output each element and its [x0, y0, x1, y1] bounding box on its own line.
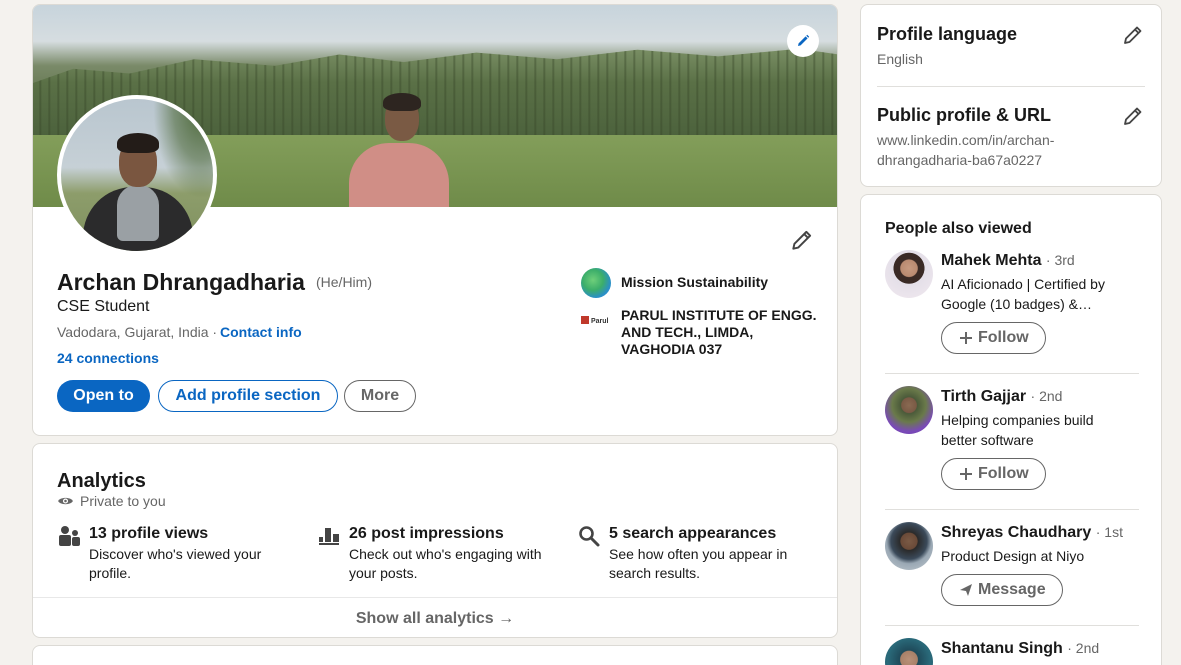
org-name: PARUL INSTITUTE OF ENGG. AND TECH., LIMD… — [621, 307, 817, 357]
metric-title: 13 profile views — [89, 525, 209, 542]
people-also-viewed-title: People also viewed — [885, 220, 1032, 237]
avatar[interactable] — [885, 522, 933, 570]
message-button[interactable]: Message — [941, 574, 1063, 606]
analytics-title: Analytics — [57, 470, 146, 492]
connection-degree: · 1st — [1095, 524, 1123, 540]
public-profile-url-title: Public profile & URL — [877, 105, 1052, 125]
banner-photo-person — [345, 93, 453, 207]
follow-button[interactable]: Follow — [941, 458, 1046, 490]
metric-desc: Discover who's viewed your profile. — [89, 546, 262, 581]
parul-logo: Parul — [581, 309, 611, 331]
bar-chart-icon — [319, 528, 339, 545]
svg-text:Parul: Parul — [591, 318, 609, 325]
connections-link[interactable]: 24 connections — [57, 350, 159, 366]
profile-name: Archan Dhrangadharia — [57, 269, 305, 295]
avatar — [61, 99, 213, 251]
globe-logo — [581, 268, 611, 298]
people-also-viewed-card: People also viewed Mahek Mehta · 3rd AI … — [860, 194, 1162, 665]
metric-search-appearances[interactable]: 5 search appearances See how often you a… — [577, 524, 817, 583]
plus-icon — [960, 332, 972, 344]
divider — [885, 625, 1139, 626]
more-button[interactable]: More — [344, 380, 416, 412]
metric-post-impressions[interactable]: 26 post impressions Check out who's enga… — [317, 524, 557, 583]
list-item: Shantanu Singh · 2nd — [885, 638, 1139, 665]
divider — [885, 509, 1139, 510]
profile-headline: CSE Student — [57, 298, 150, 315]
profile-language-value: English — [877, 51, 923, 67]
pencil-icon — [798, 34, 810, 46]
metric-title: 5 search appearances — [609, 525, 777, 542]
list-item: Mahek Mehta · 3rd AI Aficionado | Certif… — [885, 250, 1139, 360]
public-profile-url-value: www.linkedin.com/in/archan-dhrangadharia… — [877, 132, 1055, 168]
divider — [877, 86, 1145, 87]
metric-title: 26 post impressions — [349, 525, 504, 542]
connection-degree: · 2nd — [1030, 388, 1063, 404]
edit-banner-button[interactable] — [787, 25, 819, 57]
org-name: Mission Sustainability — [621, 274, 769, 290]
avatar[interactable] — [885, 250, 933, 298]
person-name[interactable]: Mahek Mehta · 3rd — [941, 252, 1075, 270]
search-icon — [579, 526, 600, 547]
metric-desc: Check out who's engaging with your posts… — [349, 546, 542, 581]
contact-info-link[interactable]: Contact info — [220, 324, 302, 340]
connection-degree: · 3rd — [1045, 252, 1075, 268]
add-profile-section-button[interactable]: Add profile section — [158, 380, 338, 412]
people-icon — [59, 526, 80, 546]
eye-icon — [58, 497, 73, 505]
show-all-analytics-link[interactable]: Show all analytics → — [33, 597, 837, 637]
profile-card: Archan Dhrangadharia (He/Him) CSE Studen… — [32, 4, 838, 436]
pencil-icon — [792, 230, 812, 250]
profile-location: Vadodara, Gujarat, India · — [57, 324, 218, 340]
person-headline: Product Design at Niyo — [941, 548, 1085, 564]
edit-intro-button[interactable] — [789, 227, 815, 253]
profile-pronouns: (He/Him) — [316, 274, 372, 290]
privacy-note: Private to you — [57, 493, 166, 509]
avatar[interactable] — [885, 638, 933, 665]
org-mission-sustainability[interactable]: Mission Sustainability — [581, 268, 821, 298]
person-name[interactable]: Tirth Gajjar · 2nd — [941, 388, 1062, 406]
list-item: Tirth Gajjar · 2nd Helping companies bui… — [885, 386, 1139, 496]
person-headline: Helping companies build better software — [941, 412, 1094, 448]
divider — [885, 373, 1139, 374]
edit-url-pencil-icon[interactable] — [1121, 104, 1145, 128]
send-icon — [960, 584, 972, 596]
analytics-card: Analytics Private to you 13 profile view… — [32, 443, 838, 638]
connection-degree: · 2nd — [1067, 640, 1100, 656]
privacy-label: Private to you — [80, 493, 166, 509]
next-section-card — [32, 645, 838, 665]
metric-profile-views[interactable]: 13 profile views Discover who's viewed y… — [57, 524, 297, 583]
avatar[interactable] — [885, 386, 933, 434]
list-item: Shreyas Chaudhary · 1st Product Design a… — [885, 522, 1139, 632]
person-headline: AI Aficionado | Certified by Google (10 … — [941, 276, 1105, 312]
person-name[interactable]: Shantanu Singh · 2nd — [941, 640, 1099, 658]
org-parul-institute[interactable]: Parul PARUL INSTITUTE OF ENGG. AND TECH.… — [581, 307, 821, 358]
profile-photo[interactable] — [57, 95, 217, 255]
edit-language-pencil-icon[interactable] — [1121, 23, 1145, 47]
metric-desc: See how often you appear in search resul… — [609, 546, 788, 581]
open-to-button[interactable]: Open to — [57, 380, 150, 412]
profile-language-title: Profile language — [877, 24, 1018, 44]
person-name[interactable]: Shreyas Chaudhary · 1st — [941, 524, 1123, 542]
profile-settings-card: Profile language English Public profile … — [860, 4, 1162, 187]
plus-icon — [960, 468, 972, 480]
follow-button[interactable]: Follow — [941, 322, 1046, 354]
